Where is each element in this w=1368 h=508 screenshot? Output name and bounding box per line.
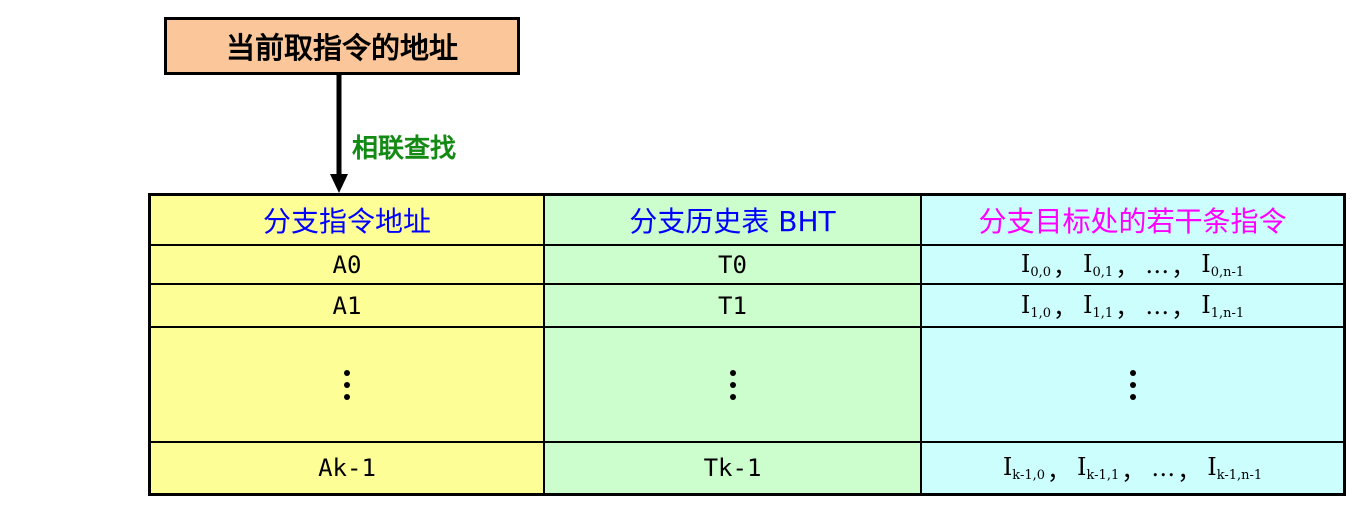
row-ellipsis-bht xyxy=(545,328,922,443)
instruction-separator: ， xyxy=(1115,253,1140,281)
header-bht: 分支历史表 BHT xyxy=(545,196,922,246)
instruction-subscript: 0,n-1 xyxy=(1210,264,1245,280)
instruction-separator: ， xyxy=(1053,253,1078,281)
instruction-item: I0,n-1 xyxy=(1201,249,1245,280)
row-last-bht: Tk-1 xyxy=(545,443,922,493)
row-last-instructions: Ik-1,0， Ik-1,1，…， Ik-1,n-1 xyxy=(922,443,1343,493)
current-fetch-address-label: 当前取指令的地址 xyxy=(225,31,458,65)
instruction-separator: ， xyxy=(1121,456,1146,485)
instruction-separator: ， xyxy=(1171,294,1196,322)
instruction-separator: ， xyxy=(1177,456,1202,485)
row-ellipsis-address xyxy=(151,328,545,443)
instruction-item: … xyxy=(1151,454,1176,482)
instruction-subscript: 1,1 xyxy=(1092,305,1114,321)
row-1-bht: T1 xyxy=(545,285,922,328)
instruction-subscript: k-1,0 xyxy=(1012,468,1046,483)
instruction-separator: ， xyxy=(1053,294,1078,322)
instruction-item: Ik-1,0 xyxy=(1002,453,1046,483)
instruction-item: I0,1 xyxy=(1083,249,1114,280)
associative-lookup-label: 相联查找 xyxy=(352,134,457,164)
row-1-address: A1 xyxy=(151,285,545,328)
instruction-item: Ik-1,1 xyxy=(1077,453,1120,483)
instruction-item: I1,n-1 xyxy=(1201,290,1245,321)
instruction-item: … xyxy=(1145,291,1170,320)
header-target-instructions: 分支目标处的若干条指令 xyxy=(922,196,1343,246)
instruction-subscript: 1,0 xyxy=(1030,305,1052,321)
instruction-subscript: 1,n-1 xyxy=(1210,305,1245,321)
row-ellipsis-instructions xyxy=(922,328,1343,443)
row-1-instructions: I1,0， I1,1，…， I1,n-1 xyxy=(922,285,1343,328)
instruction-subscript: k-1,1 xyxy=(1086,468,1120,483)
instruction-item: Ik-1,n-1 xyxy=(1207,453,1263,483)
instruction-separator: ， xyxy=(1047,456,1072,485)
row-0-address: A0 xyxy=(151,246,545,285)
instruction-subscript: 0,0 xyxy=(1030,264,1052,280)
instruction-subscript: 0,1 xyxy=(1092,264,1114,280)
row-0-bht: T0 xyxy=(545,246,922,285)
instruction-separator: ， xyxy=(1171,253,1196,281)
instruction-item: I0,0 xyxy=(1020,249,1052,280)
row-0-instructions: I0,0， I0,1，…， I0,n-1 xyxy=(922,246,1343,285)
branch-target-table: 分支指令地址 分支历史表 BHT 分支目标处的若干条指令 A0 T0 I0,0，… xyxy=(148,193,1346,496)
instruction-item: I1,0 xyxy=(1020,290,1052,321)
instruction-item: … xyxy=(1145,250,1170,279)
row-last-address: Ak-1 xyxy=(151,443,545,493)
instruction-item: I1,1 xyxy=(1083,290,1114,321)
instruction-subscript: k-1,n-1 xyxy=(1216,468,1263,483)
instruction-separator: ， xyxy=(1115,294,1140,322)
header-branch-address: 分支指令地址 xyxy=(151,196,545,246)
current-fetch-address-box: 当前取指令的地址 xyxy=(164,17,520,75)
